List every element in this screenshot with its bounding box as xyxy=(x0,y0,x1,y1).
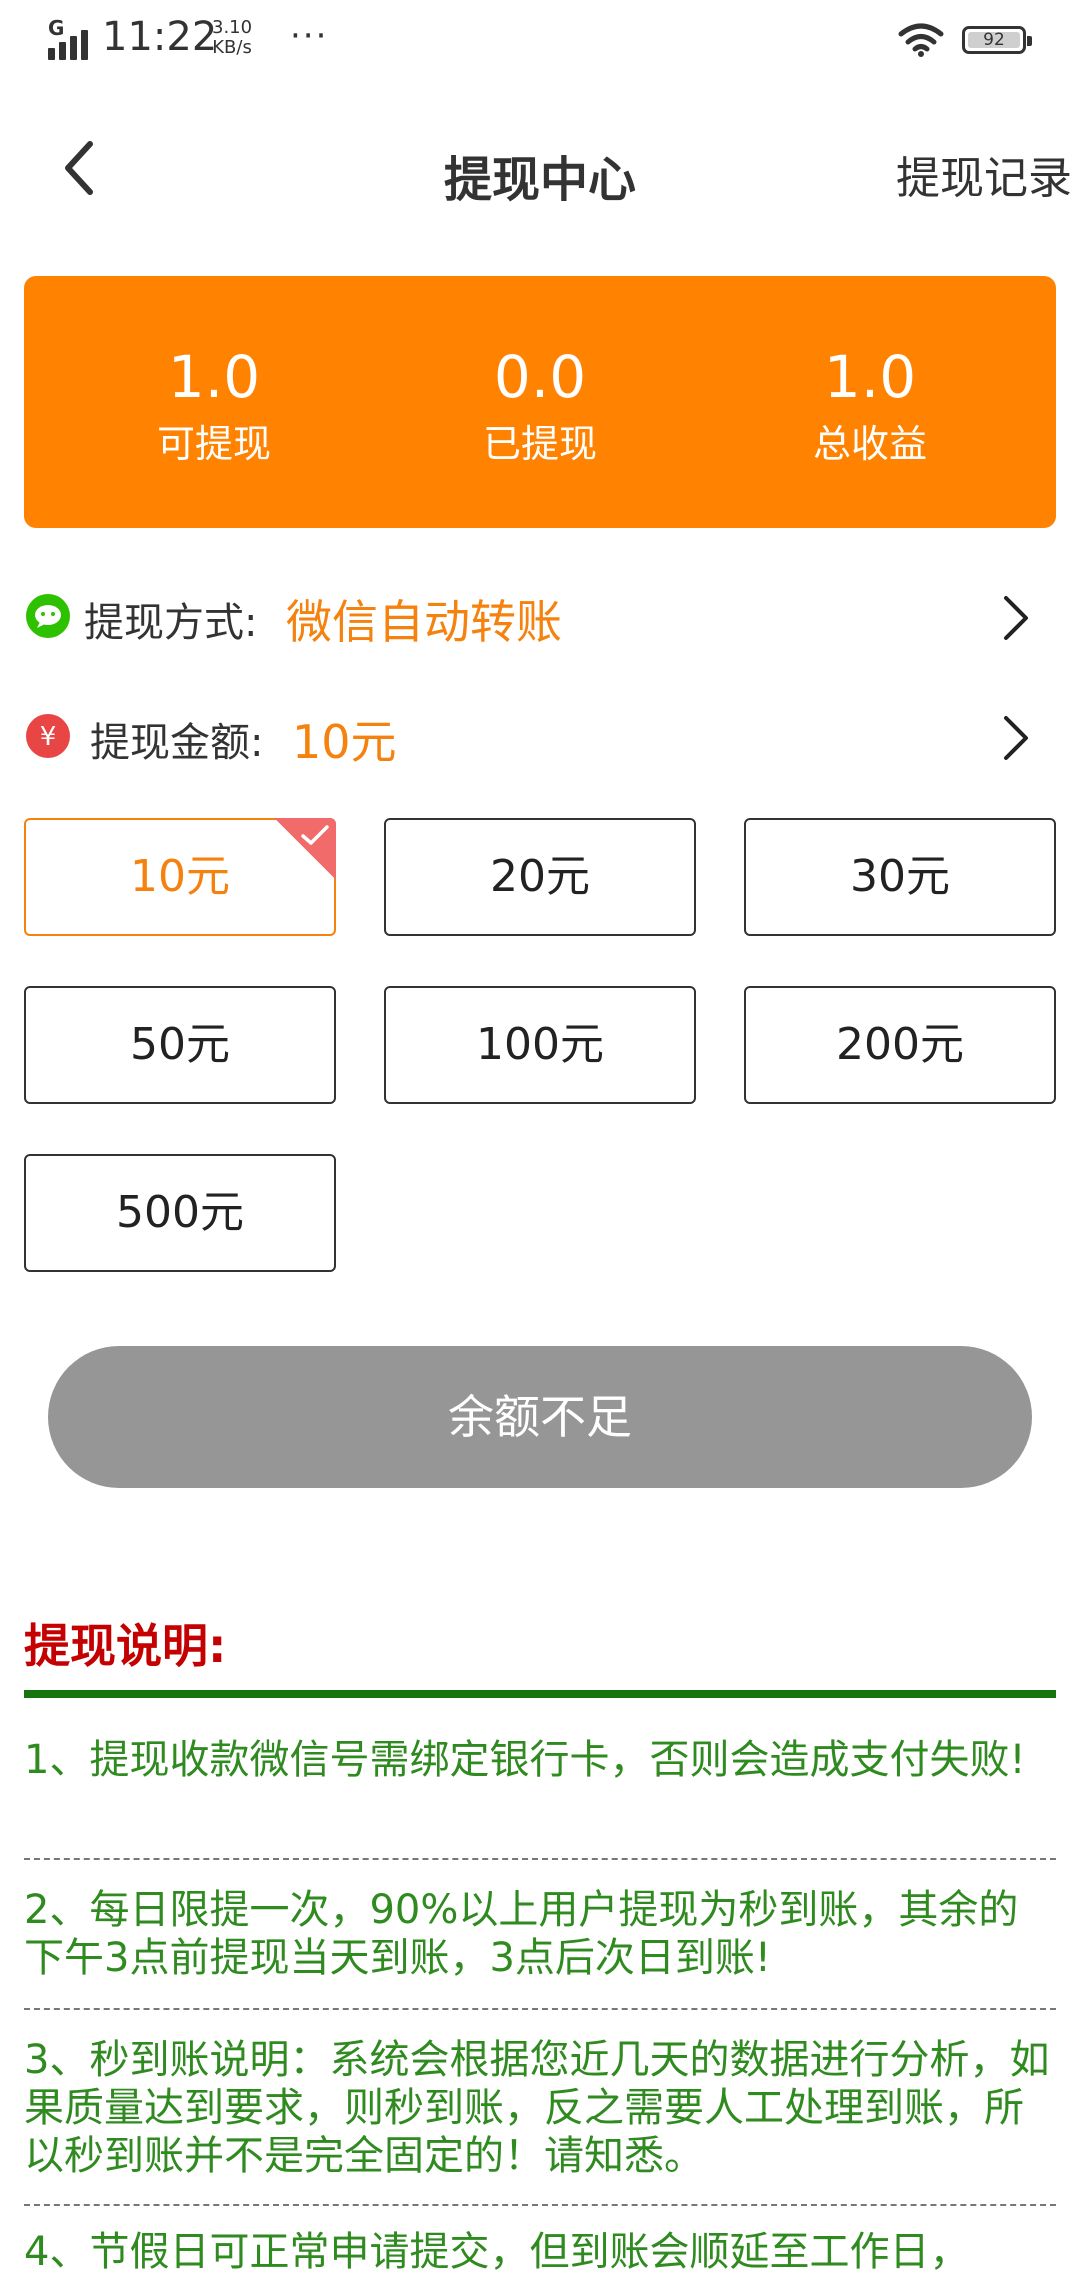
network-type: G xyxy=(48,16,65,40)
stat-available: 1.0 可提现 xyxy=(64,342,364,470)
battery-icon: 92 xyxy=(962,26,1032,54)
amount-option-label: 200元 xyxy=(836,1019,964,1070)
amount-option-label: 20元 xyxy=(490,851,590,902)
withdraw-amount-value: 10元 xyxy=(292,715,397,769)
stat-total-earnings: 1.0 总收益 xyxy=(720,342,1020,470)
stat-value: 0.0 xyxy=(493,343,587,411)
instruction-item: 2、每日限提一次，90%以上用户提现为秒到账，其余的下午3点前提现当天到账，3点… xyxy=(24,1887,1019,1981)
chevron-right-icon xyxy=(1004,596,1028,640)
network-speed: 3.10 KB/s xyxy=(212,18,252,58)
withdraw-history-link[interactable]: 提现记录 xyxy=(896,142,1072,206)
nav-bar: 提现中心 提现记录 xyxy=(0,100,1080,240)
svg-text:¥: ¥ xyxy=(40,722,57,752)
amount-option[interactable]: 10元 xyxy=(24,818,336,936)
stat-withdrawn: 0.0 已提现 xyxy=(390,342,690,470)
battery-level: 92 xyxy=(983,30,1005,50)
network-speed-unit: KB/s xyxy=(212,37,252,58)
back-button[interactable] xyxy=(50,136,114,200)
amount-option[interactable]: 500元 xyxy=(24,1154,336,1272)
withdraw-method-label: 提现方式: xyxy=(84,600,258,646)
selected-corner xyxy=(274,818,336,880)
amount-option[interactable]: 20元 xyxy=(384,818,696,936)
instructions-divider xyxy=(24,1690,1056,1698)
amount-option-label: 50元 xyxy=(130,1019,230,1070)
stat-label: 总收益 xyxy=(812,422,927,466)
check-icon xyxy=(301,825,329,845)
amount-option[interactable]: 200元 xyxy=(744,986,1056,1104)
withdraw-submit-button[interactable]: 余额不足 xyxy=(48,1346,1032,1488)
stat-label: 已提现 xyxy=(482,422,597,466)
dashed-divider xyxy=(24,2008,1056,2010)
chevron-left-icon xyxy=(65,141,93,195)
stat-value: 1.0 xyxy=(167,343,261,411)
amount-option-label: 10元 xyxy=(130,851,230,902)
withdraw-method-value: 微信自动转账 xyxy=(286,595,562,649)
more-notifications-icon: ··· xyxy=(290,16,329,56)
instructions-title: 提现说明: xyxy=(24,1619,227,1673)
amount-option[interactable]: 50元 xyxy=(24,986,336,1104)
instruction-item: 4、节假日可正常申请提交，但到账会顺延至工作日， xyxy=(24,2229,970,2275)
network-speed-value: 3.10 xyxy=(212,17,253,38)
withdraw-amount-label: 提现金额: xyxy=(90,720,264,766)
signal-icon: G xyxy=(46,16,98,60)
instruction-item: 1、提现收款微信号需绑定银行卡，否则会造成支付失败! xyxy=(24,1737,1026,1783)
balance-card: 1.0 可提现 0.0 已提现 1.0 总收益 xyxy=(24,276,1056,528)
status-bar: G 11:22 3.10 KB/s ··· 92 xyxy=(0,0,1080,84)
stat-value: 1.0 xyxy=(823,343,917,411)
wechat-icon xyxy=(26,594,70,638)
amount-option[interactable]: 100元 xyxy=(384,986,696,1104)
withdraw-amount-row[interactable]: ¥ 提现金额: 10元 xyxy=(0,686,1080,786)
amount-option-label: 30元 xyxy=(850,851,950,902)
dashed-divider xyxy=(24,2204,1056,2206)
amount-option[interactable]: 30元 xyxy=(744,818,1056,936)
instruction-item: 3、秒到账说明：系统会根据您近几天的数据进行分析，如果质量达到要求，则秒到账，反… xyxy=(24,2037,1050,2179)
withdraw-method-row[interactable]: 提现方式: 微信自动转账 xyxy=(0,566,1080,666)
chevron-right-icon xyxy=(1004,716,1028,760)
amount-option-label: 100元 xyxy=(476,1019,604,1070)
wifi-icon xyxy=(898,23,944,57)
status-time: 11:22 xyxy=(102,14,218,60)
stat-label: 可提现 xyxy=(156,422,271,466)
yuan-icon: ¥ xyxy=(26,714,70,758)
amount-option-label: 500元 xyxy=(116,1187,244,1238)
dashed-divider xyxy=(24,1858,1056,1860)
